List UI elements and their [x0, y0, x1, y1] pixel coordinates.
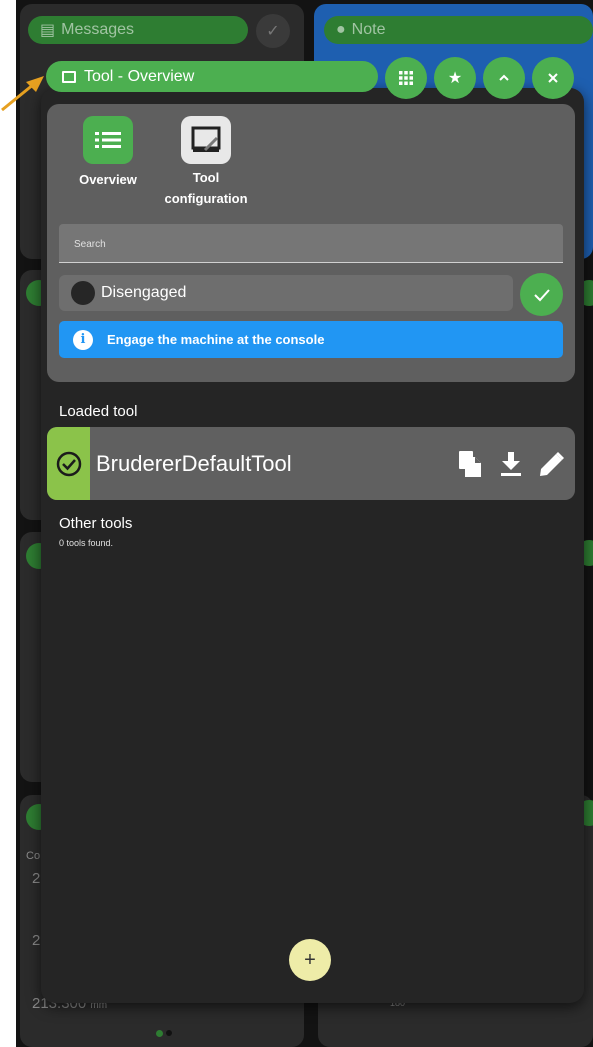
search-input[interactable]: Search	[59, 224, 563, 263]
bg-messages-pill[interactable]: ▤ Messages	[28, 16, 248, 44]
close-button[interactable]	[532, 57, 574, 99]
other-tools-count: 0 tools found.	[59, 538, 114, 548]
confirm-button[interactable]	[520, 273, 563, 316]
bg-check-button[interactable]: ✓	[256, 14, 290, 48]
add-tool-button[interactable]: +	[289, 939, 331, 981]
bg-messages-label: Messages	[61, 21, 135, 38]
window-title-bar[interactable]: Tool - Overview	[46, 61, 378, 92]
favorite-button[interactable]: ★	[434, 57, 476, 99]
check-icon	[533, 288, 550, 301]
bg-note-label: Note	[351, 21, 386, 38]
bg-side-digit: 2	[32, 932, 41, 949]
info-banner-text: Engage the machine at the console	[107, 332, 325, 347]
nav-tool-config-label: Tool configuration	[164, 170, 248, 206]
engagement-status: Disengaged	[59, 275, 513, 311]
nav-overview-label: Overview	[79, 172, 137, 187]
close-icon	[548, 73, 558, 83]
grid-icon	[399, 71, 413, 85]
shield-icon: ●	[336, 21, 346, 38]
other-tools-heading: Other tools	[59, 515, 133, 532]
bg-note-pill[interactable]: ● Note	[324, 16, 593, 44]
copy-icon	[459, 450, 481, 477]
annotation-arrow-icon	[1, 76, 44, 112]
plus-icon: +	[304, 948, 316, 971]
check-circle-icon	[56, 451, 81, 476]
bg-page-dot	[166, 1030, 172, 1036]
search-placeholder: Search	[74, 239, 106, 250]
info-icon: i	[73, 329, 93, 350]
star-icon: ★	[447, 70, 463, 87]
bg-page-dot-active	[156, 1030, 163, 1037]
copy-button[interactable]	[457, 450, 483, 477]
engagement-status-label: Disengaged	[101, 284, 187, 301]
window-icon	[62, 70, 76, 83]
nav-overview[interactable]: Overview	[75, 116, 141, 187]
chevron-up-icon	[499, 74, 509, 81]
nav-tool-configuration[interactable]: Tool configuration	[160, 116, 252, 209]
loaded-tool-card[interactable]: BrudererDefaultTool	[47, 427, 575, 500]
download-button[interactable]	[498, 451, 524, 477]
info-banner: i Engage the machine at the console	[59, 321, 563, 358]
loaded-strip	[47, 427, 90, 500]
loaded-tool-name: BrudererDefaultTool	[96, 450, 292, 476]
edit-icon	[540, 451, 564, 476]
loaded-tool-heading: Loaded tool	[59, 403, 138, 420]
status-indicator-icon	[71, 281, 95, 305]
list-icon	[83, 116, 133, 164]
tool-config-icon	[181, 116, 231, 164]
edit-button[interactable]	[539, 451, 565, 477]
message-icon: ▤	[40, 22, 56, 39]
collapse-button[interactable]	[483, 57, 525, 99]
grid-button[interactable]	[385, 57, 427, 99]
bg-side-digit: 2	[32, 870, 41, 887]
window-title: Tool - Overview	[84, 67, 195, 85]
download-icon	[501, 451, 521, 476]
bg-side-text: Co	[26, 850, 41, 862]
